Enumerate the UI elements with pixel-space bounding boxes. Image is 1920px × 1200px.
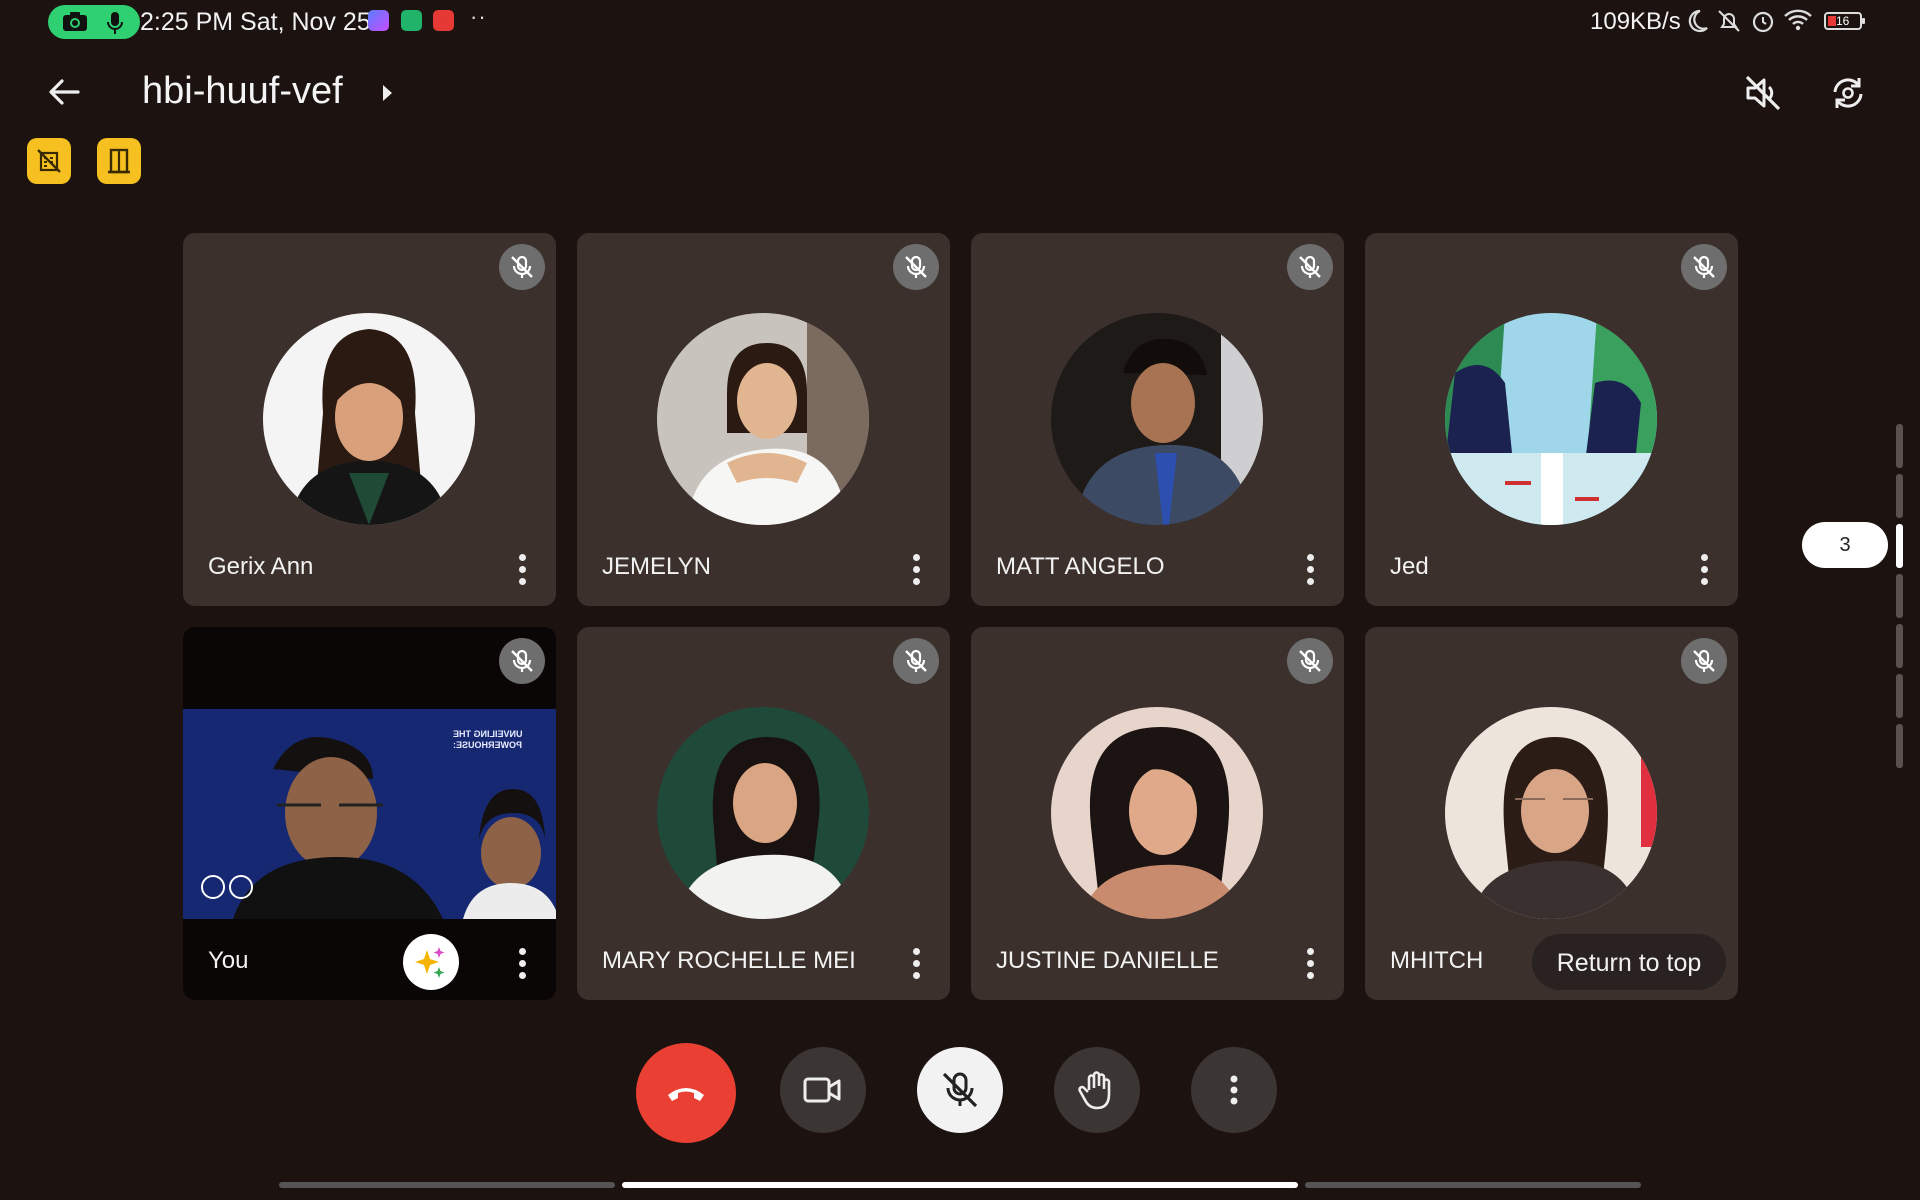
participant-name: MARY ROCHELLE MEI	[602, 947, 856, 974]
no-building-icon	[37, 149, 61, 173]
participant-tile[interactable]: Gerix Ann	[183, 233, 556, 606]
mute-indicator	[893, 244, 939, 290]
alarm-icon	[1752, 11, 1774, 33]
mic-off-icon	[1693, 649, 1715, 672]
more-vert-icon	[1230, 1075, 1238, 1105]
participant-tile[interactable]: MHITCH Return to top	[1365, 627, 1738, 1000]
no-building-badge[interactable]	[27, 138, 71, 184]
camera-toggle-button[interactable]	[780, 1047, 866, 1133]
mic-off-icon	[905, 649, 927, 672]
self-video-tile[interactable]: UNVEILING THE POWERHOUSE: You	[183, 627, 556, 1000]
mic-off-icon	[905, 255, 927, 278]
participant-name: Gerix Ann	[208, 553, 314, 580]
mute-indicator	[893, 638, 939, 684]
mute-indicator	[1681, 638, 1727, 684]
more-vert-icon[interactable]	[906, 551, 926, 587]
mute-indicator	[499, 638, 545, 684]
participant-name: JUSTINE DANIELLE	[996, 947, 1219, 974]
more-vert-icon[interactable]	[1300, 551, 1320, 587]
speaker-off-icon[interactable]	[1740, 70, 1786, 116]
video-camera-icon	[803, 1077, 841, 1103]
self-video: UNVEILING THE POWERHOUSE:	[183, 709, 556, 919]
more-vert-icon[interactable]	[512, 551, 532, 587]
mic-icon	[107, 12, 123, 34]
taskbar-left	[279, 1182, 615, 1188]
avatar	[1051, 707, 1263, 919]
avatar	[1445, 707, 1657, 919]
avatar	[657, 707, 869, 919]
participant-name: JEMELYN	[602, 553, 711, 580]
status-time: 2:25 PM Sat, Nov 25	[140, 8, 371, 36]
sparkle-icon	[415, 947, 445, 978]
recording-indicator	[48, 5, 140, 39]
phone-hangup-icon	[668, 1088, 704, 1101]
moon-icon	[1688, 9, 1708, 33]
shield-icon	[401, 10, 422, 31]
battery-icon: 16	[1824, 12, 1865, 30]
status-bar: 2:25 PM Sat, Nov 25 ·· 109KB/s 16	[0, 0, 1920, 46]
avatar	[1445, 313, 1657, 525]
mute-indicator	[499, 244, 545, 290]
meeting-code[interactable]: hbi-huuf-vef	[142, 70, 343, 113]
mic-off-icon	[942, 1072, 978, 1108]
participant-name: You	[208, 947, 249, 974]
participant-tile[interactable]: Jed	[1365, 233, 1738, 606]
more-vert-icon[interactable]	[1694, 551, 1714, 587]
more-vert-icon[interactable]	[512, 945, 532, 981]
back-arrow-icon[interactable]	[44, 72, 84, 112]
battery-level: 16	[1836, 14, 1850, 28]
mute-indicator	[1287, 244, 1333, 290]
mic-off-icon	[1299, 255, 1321, 278]
bell-off-icon	[1718, 10, 1740, 32]
avatar	[263, 313, 475, 525]
mic-off-icon	[511, 255, 533, 278]
mic-off-icon	[1299, 649, 1321, 672]
camera-icon	[63, 12, 87, 31]
mute-indicator	[1681, 244, 1727, 290]
mic-off-icon	[1693, 255, 1715, 278]
mute-indicator	[1287, 638, 1333, 684]
page-indicator: 3	[1802, 522, 1888, 568]
mic-toggle-button[interactable]	[917, 1047, 1003, 1133]
participant-tile[interactable]: MATT ANGELO	[971, 233, 1344, 606]
raise-hand-button[interactable]	[1054, 1047, 1140, 1133]
network-speed: 109KB/s	[1590, 8, 1681, 35]
avatar	[1051, 313, 1263, 525]
video-overlay-line1: UNVEILING THE	[453, 729, 523, 739]
wifi-icon	[1784, 9, 1812, 31]
taskbar-right	[1305, 1182, 1641, 1188]
participant-tile[interactable]: JEMELYN	[577, 233, 950, 606]
home-gesture-bar[interactable]	[622, 1182, 1298, 1188]
switch-camera-icon[interactable]	[1825, 70, 1871, 116]
participant-name: Jed	[1390, 553, 1429, 580]
messenger-icon	[368, 10, 389, 31]
participant-tile[interactable]: JUSTINE DANIELLE	[971, 627, 1344, 1000]
more-vert-icon[interactable]	[1300, 945, 1320, 981]
door-icon	[108, 148, 130, 174]
participant-name: MHITCH	[1390, 947, 1484, 974]
raise-hand-icon	[1078, 1071, 1111, 1110]
return-to-top-label: Return to top	[1556, 949, 1702, 977]
more-options-button[interactable]	[1191, 1047, 1277, 1133]
avatar	[657, 313, 869, 525]
status-overflow: ··	[470, 4, 487, 29]
more-vert-icon[interactable]	[906, 945, 926, 981]
return-to-top-button[interactable]: Return to top	[1532, 934, 1726, 990]
door-badge[interactable]	[97, 138, 141, 184]
video-overlay-line2: POWERHOUSE:	[453, 740, 523, 750]
youtube-icon	[433, 10, 454, 31]
page-scroll-track[interactable]	[1896, 424, 1903, 794]
mic-off-icon	[511, 649, 533, 672]
participant-name: MATT ANGELO	[996, 553, 1165, 580]
effects-button[interactable]	[403, 934, 459, 990]
participant-tile[interactable]: MARY ROCHELLE MEI	[577, 627, 950, 1000]
end-call-button[interactable]	[636, 1043, 736, 1143]
caret-right-icon[interactable]	[382, 83, 394, 103]
